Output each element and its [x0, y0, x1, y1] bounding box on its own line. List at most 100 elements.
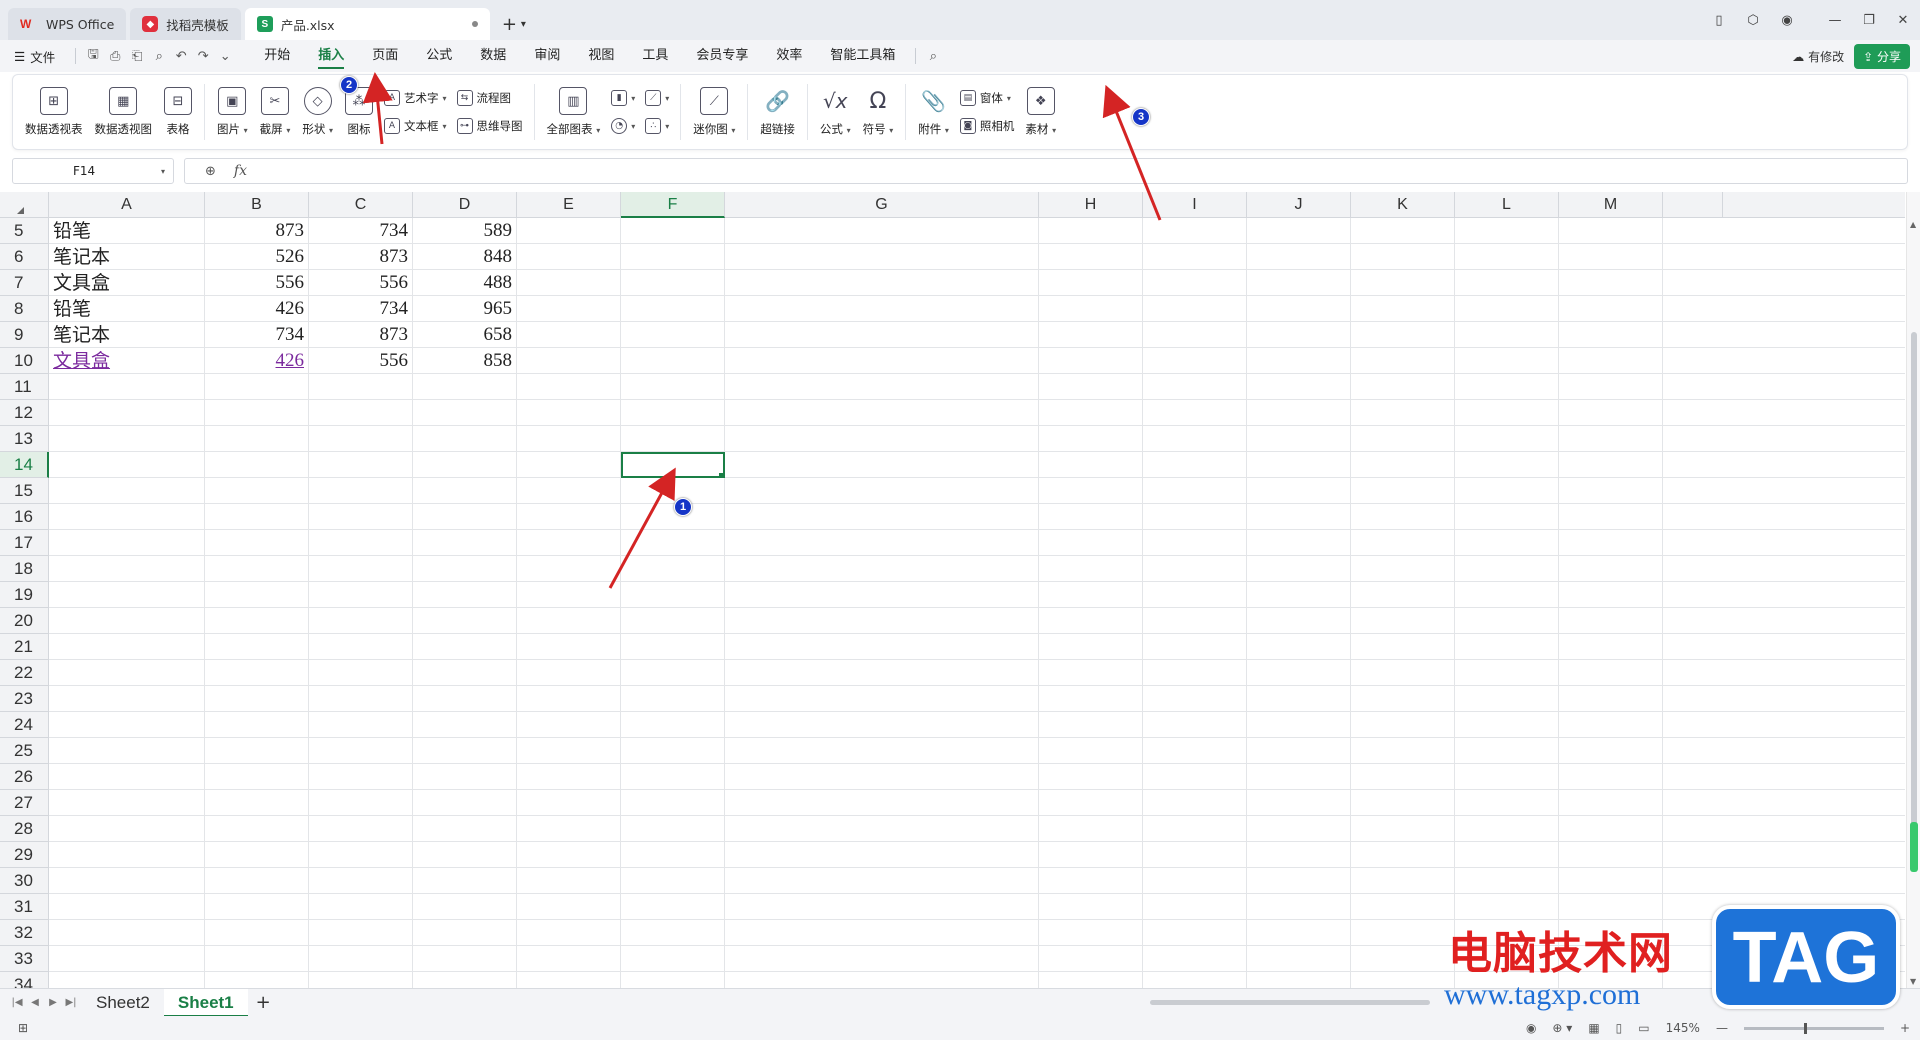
cell-d14[interactable]: [413, 452, 517, 478]
cell-d5[interactable]: 589: [413, 218, 517, 244]
column-header-a[interactable]: A: [49, 192, 205, 218]
cell-k23[interactable]: [1351, 686, 1455, 712]
scroll-up-icon[interactable]: ▲: [1910, 220, 1916, 229]
cell-j16[interactable]: [1247, 504, 1351, 530]
row-header-26[interactable]: 26: [0, 764, 49, 790]
cell-h29[interactable]: [1039, 842, 1143, 868]
row-header-31[interactable]: 31: [0, 894, 49, 920]
cell-b34[interactable]: [205, 972, 309, 988]
cell-g6[interactable]: [725, 244, 1039, 270]
cell-j17[interactable]: [1247, 530, 1351, 556]
cell-m29[interactable]: [1559, 842, 1663, 868]
cell-area[interactable]: 铅笔 873 734 589 笔记本 526 873 848 文具盒 556 556 488 铅笔 426…: [49, 218, 1905, 988]
cell-l7[interactable]: [1455, 270, 1559, 296]
cell-h8[interactable]: [1039, 296, 1143, 322]
cell-i27[interactable]: [1143, 790, 1247, 816]
cell-k17[interactable]: [1351, 530, 1455, 556]
zoom-slider[interactable]: [1743, 1022, 1884, 1034]
row-header-19[interactable]: 19: [0, 582, 49, 608]
cell-d31[interactable]: [413, 894, 517, 920]
redo-icon[interactable]: ↷: [192, 49, 214, 64]
cell-k30[interactable]: [1351, 868, 1455, 894]
column-header-k[interactable]: K: [1351, 192, 1455, 218]
cell-k20[interactable]: [1351, 608, 1455, 634]
cell-l28[interactable]: [1455, 816, 1559, 842]
cell-b10[interactable]: 426: [205, 348, 309, 374]
add-sheet-button[interactable]: +: [256, 992, 271, 1013]
cell-m6[interactable]: [1559, 244, 1663, 270]
cell-k24[interactable]: [1351, 712, 1455, 738]
cell-f27[interactable]: [621, 790, 725, 816]
cell-h33[interactable]: [1039, 946, 1143, 972]
cell-g17[interactable]: [725, 530, 1039, 556]
cell-d18[interactable]: [413, 556, 517, 582]
cell-m5[interactable]: [1559, 218, 1663, 244]
cell-k6[interactable]: [1351, 244, 1455, 270]
cell-h9[interactable]: [1039, 322, 1143, 348]
row-header-33[interactable]: 33: [0, 946, 49, 972]
cell-h24[interactable]: [1039, 712, 1143, 738]
cell-m11[interactable]: [1559, 374, 1663, 400]
cell-d7[interactable]: 488: [413, 270, 517, 296]
cell-a24[interactable]: [49, 712, 205, 738]
cell-e6[interactable]: [517, 244, 621, 270]
cell-h6[interactable]: [1039, 244, 1143, 270]
cell-g27[interactable]: [725, 790, 1039, 816]
cell-i29[interactable]: [1143, 842, 1247, 868]
cell-d26[interactable]: [413, 764, 517, 790]
print-preview-icon[interactable]: ⌕: [148, 49, 170, 64]
cell-j13[interactable]: [1247, 426, 1351, 452]
status-mode-icon[interactable]: ⊞: [18, 1021, 28, 1035]
cell-g30[interactable]: [725, 868, 1039, 894]
cell-h31[interactable]: [1039, 894, 1143, 920]
cell-m26[interactable]: [1559, 764, 1663, 790]
cell-d34[interactable]: [413, 972, 517, 988]
cell-l12[interactable]: [1455, 400, 1559, 426]
cell-l15[interactable]: [1455, 478, 1559, 504]
cell-f19[interactable]: [621, 582, 725, 608]
cell-c9[interactable]: 873: [309, 322, 413, 348]
tab-review[interactable]: 审阅: [534, 40, 560, 72]
column-header-i[interactable]: I: [1143, 192, 1247, 218]
cell-e19[interactable]: [517, 582, 621, 608]
cell-f5[interactable]: [621, 218, 725, 244]
avatar[interactable]: ◉: [1770, 13, 1804, 28]
cell-g20[interactable]: [725, 608, 1039, 634]
cell-b16[interactable]: [205, 504, 309, 530]
shape-button[interactable]: ◇ 形状 ▾: [296, 80, 339, 144]
cell-c12[interactable]: [309, 400, 413, 426]
cell-h23[interactable]: [1039, 686, 1143, 712]
cell-m30[interactable]: [1559, 868, 1663, 894]
cell-b28[interactable]: [205, 816, 309, 842]
select-all-corner[interactable]: [0, 192, 49, 218]
cell-e12[interactable]: [517, 400, 621, 426]
cell-b11[interactable]: [205, 374, 309, 400]
cell-k10[interactable]: [1351, 348, 1455, 374]
cell-b6[interactable]: 526: [205, 244, 309, 270]
cell-i14[interactable]: [1143, 452, 1247, 478]
restore-icon[interactable]: ❐: [1852, 13, 1886, 28]
cell-a14[interactable]: [49, 452, 205, 478]
tab-efficiency[interactable]: 效率: [776, 40, 802, 72]
cell-i26[interactable]: [1143, 764, 1247, 790]
row-header-21[interactable]: 21: [0, 634, 49, 660]
form-button[interactable]: ▤ 窗体 ▾: [959, 88, 1015, 108]
cell-e34[interactable]: [517, 972, 621, 988]
row-header-25[interactable]: 25: [0, 738, 49, 764]
cell-g12[interactable]: [725, 400, 1039, 426]
cell-d11[interactable]: [413, 374, 517, 400]
cell-h13[interactable]: [1039, 426, 1143, 452]
cell-d10[interactable]: 858: [413, 348, 517, 374]
cell-c15[interactable]: [309, 478, 413, 504]
cell-j34[interactable]: [1247, 972, 1351, 988]
cell-m18[interactable]: [1559, 556, 1663, 582]
cell-d29[interactable]: [413, 842, 517, 868]
cell-b12[interactable]: [205, 400, 309, 426]
undo-icon[interactable]: ↶: [170, 49, 192, 64]
cell-h21[interactable]: [1039, 634, 1143, 660]
cell-h14[interactable]: [1039, 452, 1143, 478]
cell-d22[interactable]: [413, 660, 517, 686]
cell-a12[interactable]: [49, 400, 205, 426]
cell-g31[interactable]: [725, 894, 1039, 920]
cell-l6[interactable]: [1455, 244, 1559, 270]
